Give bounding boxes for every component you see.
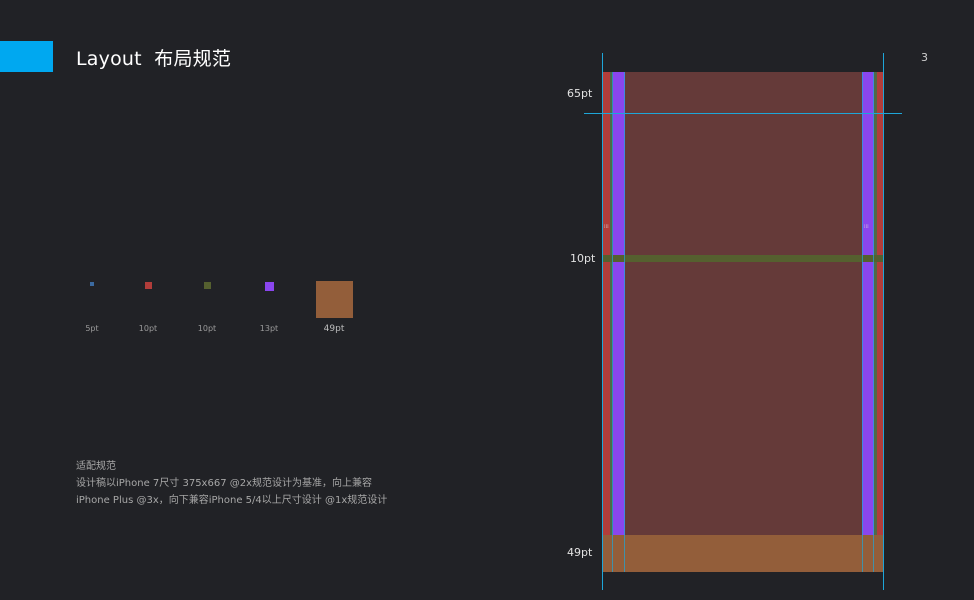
swatch-label: 49pt (323, 324, 345, 334)
tab-bar-area (603, 535, 884, 572)
guide-line-vertical (883, 53, 884, 590)
column-marker-icon: ⁞⁞⁞ (604, 224, 609, 230)
guide-line-vertical (624, 72, 625, 572)
tabbar-height-label: 49pt (567, 546, 593, 559)
swatch-label: 13pt (259, 324, 279, 333)
left-margin-column (603, 72, 610, 535)
content-area (603, 72, 884, 572)
navigation-bar-area (603, 72, 884, 113)
swatch-10pt-gap (204, 282, 211, 289)
notes-heading: 适配规范 (76, 461, 116, 472)
column-marker-icon: ⁞⁞⁞ (864, 224, 869, 230)
guide-line-vertical (612, 72, 613, 572)
swatch-10pt-margin (145, 282, 152, 289)
swatch-label: 10pt (197, 324, 217, 333)
swatch-13pt (265, 282, 274, 291)
guide-line-horizontal (584, 113, 902, 114)
swatch-label: 5pt (85, 324, 99, 333)
guide-line-vertical (602, 53, 603, 590)
swatch-5pt (90, 282, 94, 286)
swatch-label: 10pt (138, 324, 158, 333)
guide-line-vertical (873, 72, 874, 572)
page-number: 3 (921, 51, 928, 64)
swatch-49pt (316, 281, 353, 318)
guide-line-vertical (862, 72, 863, 572)
nav-height-label: 65pt (567, 87, 593, 100)
page-title: Layout 布局规范 (76, 48, 232, 70)
adaptation-notes: 适配规范 设计稿以iPhone 7尺寸 375x667 @2x规范设计为基准，向… (76, 458, 387, 509)
vertical-gap-band (603, 255, 884, 262)
notes-line: 设计稿以iPhone 7尺寸 375x667 @2x规范设计为基准，向上兼容 (76, 478, 373, 489)
accent-bar (0, 41, 53, 72)
gap-height-label: 10pt (570, 252, 596, 265)
notes-line: iPhone Plus @3x，向下兼容iPhone 5/4以上尺寸设计 @1x… (76, 495, 388, 506)
